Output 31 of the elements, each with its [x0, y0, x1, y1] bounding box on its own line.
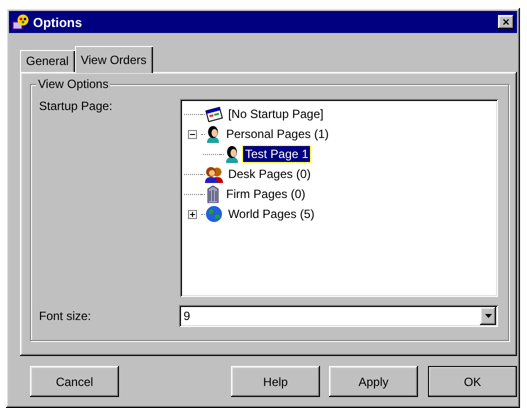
- tree-item[interactable]: Personal Pages (1): [224, 126, 331, 142]
- person-icon: [224, 145, 240, 163]
- dialog-button[interactable]: Help: [231, 366, 320, 397]
- building-icon: [205, 185, 222, 203]
- tree-item[interactable]: [No Startup Page]: [226, 106, 326, 122]
- window-title: Options: [33, 14, 84, 30]
- tab[interactable]: View Orders: [74, 46, 153, 73]
- close-button[interactable]: ×: [498, 15, 514, 29]
- person-icon: [205, 125, 222, 143]
- tree-item[interactable]: Desk Pages (0): [226, 166, 313, 182]
- dialog-button[interactable]: OK: [428, 366, 517, 397]
- group-title: View Options: [36, 77, 110, 91]
- people-icon: [205, 165, 224, 183]
- collapse-icon[interactable]: [188, 130, 198, 138]
- tree-item[interactable]: World Pages (5): [226, 206, 317, 222]
- tree-item[interactable]: Firm Pages (0): [224, 186, 308, 202]
- tab[interactable]: General: [20, 50, 75, 72]
- dropdown-value: 9: [182, 309, 192, 323]
- calendar-icon: [205, 106, 224, 122]
- caret-icon: [484, 314, 492, 318]
- font-size-dropdown[interactable]: 9: [179, 305, 498, 327]
- dropdown-button[interactable]: [480, 307, 496, 325]
- tree-item[interactable]: Test Page 1: [243, 146, 310, 162]
- field-label: Font size:: [39, 309, 92, 323]
- expand-icon[interactable]: [188, 210, 198, 218]
- dialog-button[interactable]: Apply: [329, 366, 418, 397]
- dialog-button[interactable]: Cancel: [30, 366, 119, 397]
- tree-view[interactable]: [No Startup Page] Personal Pages (1) Test Page 1 Desk Pages (0) Firm Pages (0) World Pages (5): [180, 99, 498, 297]
- globe-icon: [205, 205, 224, 223]
- field-label: Startup Page:: [39, 99, 114, 115]
- app-icon: [12, 14, 30, 30]
